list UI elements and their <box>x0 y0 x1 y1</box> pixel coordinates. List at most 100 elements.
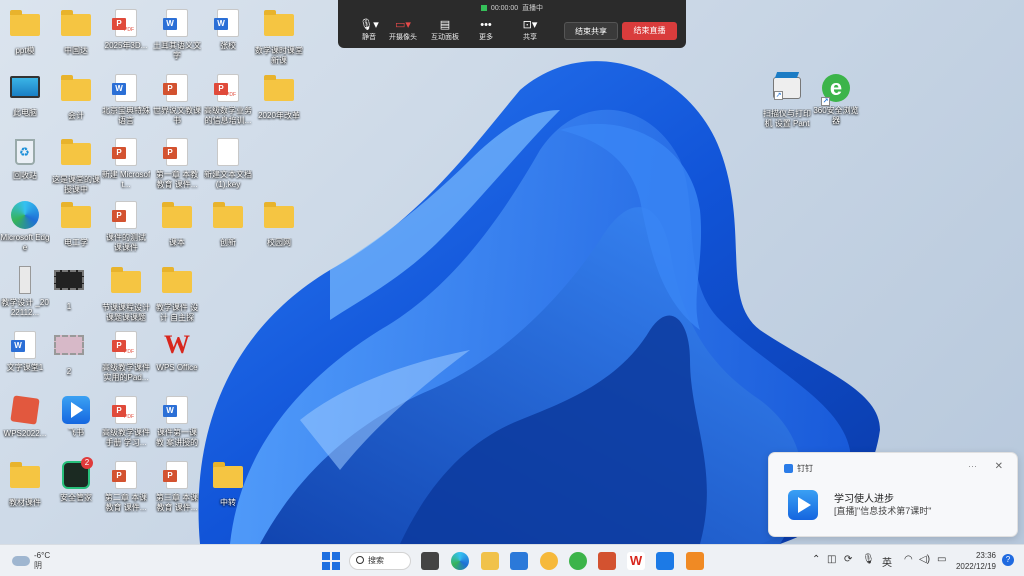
close-icon[interactable]: ✕ <box>995 461 1003 472</box>
desktop-icon[interactable]: P 课件的测试 课课件 <box>101 200 151 253</box>
desktop-icon[interactable]: W 文字课堂1 <box>0 330 50 373</box>
desktop-icon[interactable]: P 高级数学业务 的信息培训... <box>203 73 253 126</box>
panel-button[interactable]: ▤ 互动面板 <box>424 18 466 42</box>
desktop-icon-label: 高级教学课件 实用的Pad... <box>102 363 150 382</box>
desktop-icon[interactable]: P 高级教学课件 实用的Pad... <box>101 330 151 383</box>
explorer-icon[interactable] <box>481 552 499 570</box>
desktop-icon-label: 教学设计 _2022112... <box>1 298 49 317</box>
notification-toast[interactable]: 钉钉 ··· ✕ 学习使人进步 [直播]"信息技术第7课时" <box>768 452 1018 537</box>
desktop-icon[interactable]: 新建文本文档 (1).key <box>203 137 253 190</box>
share-button[interactable]: ⊡▾ 共享 <box>509 18 551 42</box>
desktop-icon-label: 土耳其语义文字 <box>153 41 201 60</box>
clock[interactable]: 23:36 2022/12/19 <box>952 550 996 572</box>
search-box[interactable]: 搜索 <box>349 552 411 570</box>
ie-taskbar-icon[interactable] <box>569 552 587 570</box>
desktop-icon[interactable]: 回收站 <box>0 137 50 181</box>
chevron-up-icon[interactable]: ⌃ <box>812 554 820 565</box>
live-app-icon[interactable] <box>686 552 704 570</box>
word-file-icon: W <box>10 331 40 361</box>
help-icon[interactable]: ? <box>1002 554 1014 566</box>
end-live-button[interactable]: 结束直播 <box>622 22 677 40</box>
desktop-icon[interactable]: P 第二章 本课 教育 课件... <box>101 460 151 513</box>
desktop-icon-label: 第三章 本课 教育 课件... <box>155 493 199 512</box>
edge-taskbar-icon[interactable] <box>451 552 469 570</box>
desktop-icon-label: 扫描仪与打印机 设置 Panta... <box>763 109 811 128</box>
task-view-icon[interactable] <box>421 552 439 570</box>
more-button[interactable]: ••• 更多 <box>465 18 507 42</box>
mail-icon[interactable] <box>510 552 528 570</box>
desktop-icon[interactable]: 教学课件 设计 自主探 <box>152 265 202 323</box>
folder-icon <box>213 462 243 496</box>
end-share-button[interactable]: 结束共享 <box>564 22 618 40</box>
desktop-icon[interactable]: 此电脑 <box>0 73 50 118</box>
feishu-taskbar-icon[interactable] <box>656 552 674 570</box>
desktop-icon[interactable]: Microsoft Edge <box>0 200 50 253</box>
desktop-icon[interactable]: 电工学 <box>51 200 101 248</box>
tray-app-icon[interactable]: ◫ <box>827 554 836 565</box>
desktop-icon[interactable]: P 世界说文教课 书 <box>152 73 202 126</box>
folder-icon <box>61 75 91 109</box>
folder-icon <box>61 10 91 44</box>
desktop-icon[interactable]: 飞书 <box>51 395 101 438</box>
desktop-icon[interactable]: ppt模 <box>0 8 50 56</box>
volume-icon[interactable]: ◁) <box>919 554 930 565</box>
browser-icon[interactable] <box>540 552 558 570</box>
desktop-icon[interactable]: W WPS Office <box>152 330 202 373</box>
folder-icon <box>61 139 91 173</box>
desktop-icon[interactable]: 会计 <box>51 73 101 121</box>
desktop-icon[interactable]: P 第三章 本课 教育 课件... <box>152 460 202 513</box>
desktop-icon[interactable]: W 土耳其语义文字 <box>152 8 202 61</box>
desktop-icon-label: 创新 <box>220 238 236 247</box>
desktop-icon[interactable]: P 新建 Microsoft... <box>101 137 151 190</box>
desktop-icon[interactable]: 这是课堂的课 授课中 <box>51 137 101 195</box>
desktop-icon[interactable]: P 2025年3D... <box>101 8 151 51</box>
wps-icon: W <box>164 330 190 359</box>
desktop-icon-label: 第一章 本教 教育 课件... <box>155 170 199 189</box>
ppt-taskbar-icon[interactable] <box>598 552 616 570</box>
folder-icon <box>264 10 294 44</box>
desktop-icon-label: 张校 <box>220 41 236 50</box>
desktop-icon[interactable]: 2 <box>44 330 94 377</box>
mic-tray-icon[interactable]: 🎙 <box>862 554 875 565</box>
file-icon <box>213 138 243 168</box>
weather-desc: 阴 <box>34 561 42 570</box>
desktop-icon[interactable]: P 高级教学课件 手册 学习... <box>101 395 151 448</box>
share-icon: ⊡▾ <box>522 19 538 31</box>
desktop-icon-label: 数学课时课堂 新课 <box>255 46 303 65</box>
more-options-icon[interactable]: ··· <box>968 461 977 471</box>
desktop-icon-label: 飞书 <box>68 428 84 437</box>
sync-icon[interactable]: ⟳ <box>844 554 852 565</box>
desktop-icon[interactable]: P 第一章 本教 教育 课件... <box>152 137 202 190</box>
desktop-icon[interactable]: W 张校 <box>203 8 253 51</box>
desktop-icon-label: 回收站 <box>13 171 37 180</box>
desktop-icon[interactable]: 1 <box>44 265 94 312</box>
desktop-icon-label: 新建 Microsoft... <box>101 170 151 189</box>
desktop-icon[interactable]: 中转 <box>203 460 253 508</box>
input-language[interactable]: 英 <box>882 554 892 569</box>
desktop-icon[interactable]: 节课课程设计 课题课课题 <box>101 265 151 323</box>
desktop-icon[interactable]: WPS2022... <box>0 395 50 439</box>
desktop-icon-label: 北京宝典特殊 语言 <box>102 106 150 125</box>
camera-button[interactable]: ▭▾ 开摄像头 <box>382 18 424 42</box>
desktop-icon[interactable]: 课本 <box>152 200 202 248</box>
wifi-icon[interactable]: ◠ <box>904 554 913 565</box>
desktop-icon[interactable]: W 北京宝典特殊 语言 <box>101 73 151 126</box>
word-file-icon: W <box>213 9 243 39</box>
desktop-icon[interactable]: e ↗ 360安全浏览器 <box>811 73 861 126</box>
word-file-icon: W <box>111 74 141 104</box>
desktop-icon[interactable]: ↗ 扫描仪与打印机 设置 Panta... <box>762 73 812 129</box>
desktop-icon[interactable]: 2 安全管家 <box>51 457 101 503</box>
battery-icon[interactable]: ▭ <box>937 554 946 565</box>
desktop-icon[interactable]: 2020年改革 <box>254 73 304 121</box>
start-button[interactable] <box>322 552 340 570</box>
desktop-icon[interactable]: 数学课时课堂 新课 <box>254 8 304 66</box>
signal-icon <box>480 5 487 12</box>
desktop-icon[interactable]: 教材课件 <box>0 460 50 508</box>
video-icon <box>54 335 84 365</box>
desktop-icon[interactable]: 校园网 <box>254 200 304 248</box>
desktop-icon[interactable]: W 课件第一课 教 案讲授的学习 <box>152 395 202 448</box>
desktop-icon[interactable]: 教学设计 _2022112... <box>0 265 50 318</box>
desktop-icon[interactable]: 中国达 <box>51 8 101 56</box>
desktop-icon[interactable]: 创新 <box>203 200 253 248</box>
wps-taskbar-icon[interactable]: W <box>627 552 645 570</box>
